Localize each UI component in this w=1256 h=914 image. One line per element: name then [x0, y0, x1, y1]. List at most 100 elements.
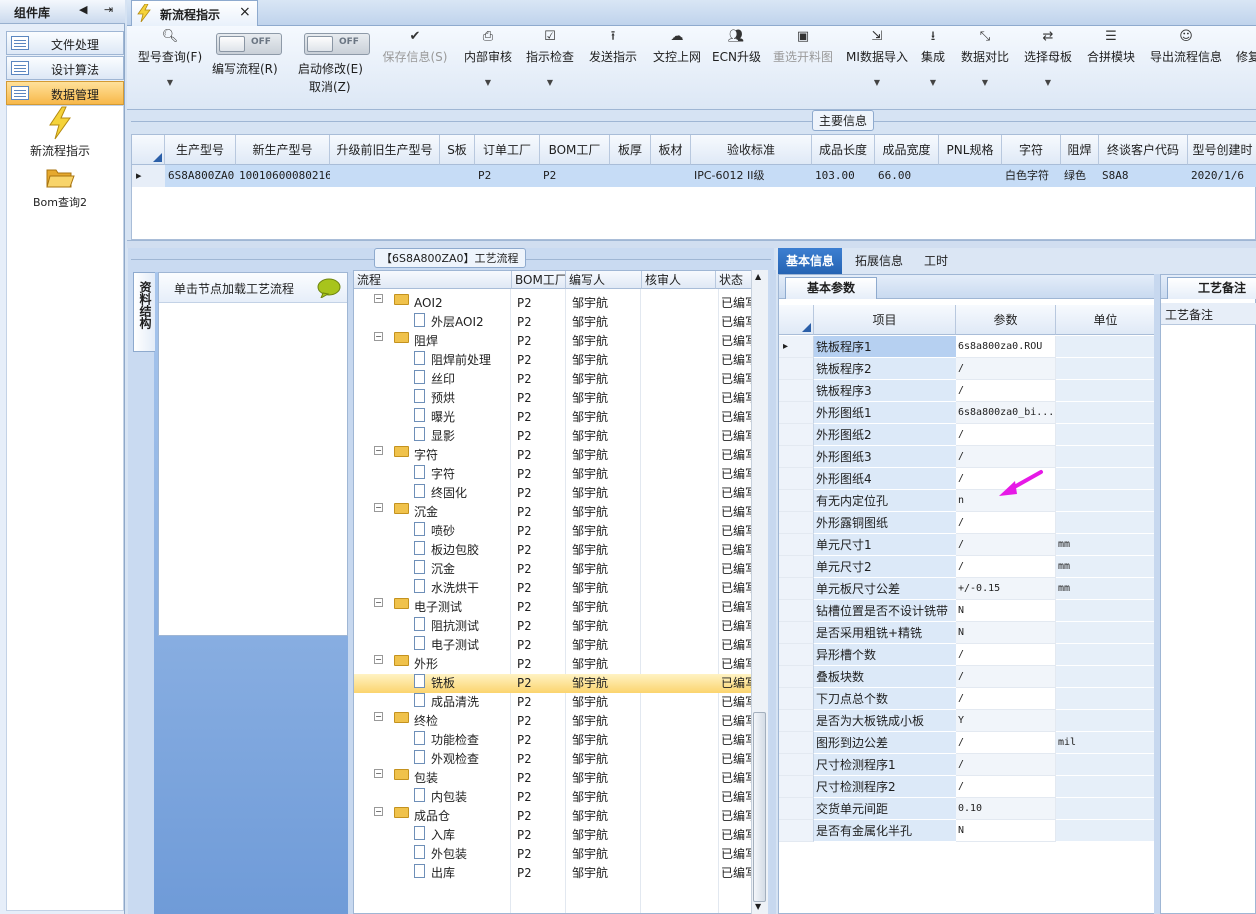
tree-row[interactable]: 水洗烘干 P2 邹宇航 已编写: [354, 579, 757, 598]
grid-cell[interactable]: [939, 165, 1002, 187]
param-value-cell[interactable]: /: [956, 688, 1056, 710]
merge-module-button[interactable]: ☰ 合拼模块: [1085, 26, 1137, 65]
param-row[interactable]: 是否有金属化半孔 N: [779, 820, 1155, 842]
param-row[interactable]: 有无内定位孔 n: [779, 490, 1155, 512]
grid-cell[interactable]: [651, 165, 691, 187]
doc-control-button[interactable]: ☁ 文控上网: [651, 26, 703, 65]
row-indicator[interactable]: [779, 578, 814, 600]
collapse-icon[interactable]: −: [374, 769, 383, 778]
tree-row[interactable]: − 电子测试 P2 邹宇航 已编写: [354, 598, 757, 617]
param-value-cell[interactable]: /: [956, 446, 1056, 468]
row-indicator[interactable]: ▸: [132, 165, 165, 187]
tree-row[interactable]: 丝印 P2 邹宇航 已编写: [354, 370, 757, 389]
collapse-icon[interactable]: −: [374, 655, 383, 664]
tree-row[interactable]: 入库 P2 邹宇航 已编写: [354, 826, 757, 845]
param-row[interactable]: 外形露铜图纸 /: [779, 512, 1155, 534]
row-indicator[interactable]: [779, 644, 814, 666]
param-value-cell[interactable]: Y: [956, 710, 1056, 732]
tree-row[interactable]: 外观检查 P2 邹宇航 已编写: [354, 750, 757, 769]
column-header[interactable]: 成品宽度: [875, 135, 939, 165]
select-mother-board-button[interactable]: ⇄ 选择母板 ▼: [1022, 26, 1074, 87]
chevron-down-icon[interactable]: ▼: [1022, 78, 1074, 87]
side-tab-data-structure[interactable]: 资料结构: [133, 272, 155, 352]
param-value-cell[interactable]: /: [956, 776, 1056, 798]
tree-row[interactable]: 终固化 P2 邹宇航 已编写: [354, 484, 757, 503]
param-value-cell[interactable]: /: [956, 424, 1056, 446]
param-row[interactable]: 铣板程序2/: [779, 358, 1155, 380]
grid-cell[interactable]: [610, 165, 651, 187]
row-indicator[interactable]: [779, 490, 814, 512]
row-indicator[interactable]: [779, 600, 814, 622]
grid-cell[interactable]: 10010600080216: [236, 165, 330, 187]
column-header[interactable]: S板: [440, 135, 475, 165]
close-tab-icon[interactable]: ×: [239, 4, 251, 20]
param-row[interactable]: 下刀点总个数 /: [779, 688, 1155, 710]
row-indicator[interactable]: [779, 358, 814, 380]
horizontal-splitter[interactable]: [127, 240, 1256, 248]
data-compare-button[interactable]: ⤡ 数据对比 ▼: [959, 26, 1011, 87]
param-value-cell[interactable]: /: [956, 556, 1056, 578]
instruction-check-button[interactable]: ☑ 指示检查 ▼: [524, 26, 576, 87]
vertical-splitter[interactable]: [770, 270, 776, 914]
row-indicator[interactable]: [779, 380, 814, 402]
param-row[interactable]: 尺寸检测程序1/: [779, 754, 1155, 776]
row-indicator[interactable]: [779, 732, 814, 754]
tree-row[interactable]: 曝光 P2 邹宇航 已编写: [354, 408, 757, 427]
column-header[interactable]: 终谈客户代码: [1099, 135, 1188, 165]
chevron-down-icon[interactable]: ▼: [133, 78, 207, 87]
grid-cell[interactable]: 66.00: [875, 165, 939, 187]
column-header[interactable]: 项目: [814, 305, 956, 335]
tree-row[interactable]: 外层AOI2 P2 邹宇航 已编写: [354, 313, 757, 332]
param-value-cell[interactable]: 6s8a800za0.ROU: [956, 336, 1056, 358]
param-row[interactable]: 是否为大板铣成小板 Y: [779, 710, 1155, 732]
param-value-cell[interactable]: /: [956, 644, 1056, 666]
param-row[interactable]: 外形图纸2/: [779, 424, 1155, 446]
send-instruction-button[interactable]: ⭱ 发送指示: [587, 26, 639, 65]
column-header[interactable]: 阻焊: [1061, 135, 1099, 165]
category-design-algorithm[interactable]: 设计算法: [6, 56, 124, 80]
tree-row[interactable]: − AOI2 P2 邹宇航 已编写: [354, 294, 757, 313]
tab-basic-info[interactable]: 基本信息: [778, 248, 843, 274]
chevron-down-icon[interactable]: ▼: [918, 78, 948, 87]
row-indicator[interactable]: [779, 534, 814, 556]
grid-cell[interactable]: 绿色: [1061, 165, 1099, 187]
save-info-button[interactable]: ✔ 保存信息(S): [380, 26, 450, 65]
tab-work-hours[interactable]: 工时: [916, 248, 956, 274]
speech-bubble-icon[interactable]: [317, 278, 341, 298]
row-indicator[interactable]: [779, 424, 814, 446]
integrate-button[interactable]: ⭳ 集成 ▼: [918, 26, 948, 87]
param-value-cell[interactable]: /: [956, 732, 1056, 754]
lib-item-new-flow[interactable]: 新流程指示: [1, 106, 119, 159]
chevron-down-icon[interactable]: ▼: [959, 78, 1011, 87]
grid-cell[interactable]: 白色字符: [1002, 165, 1061, 187]
param-row[interactable]: 铣板程序3/: [779, 380, 1155, 402]
param-value-cell[interactable]: N: [956, 622, 1056, 644]
basic-params-tab[interactable]: 基本参数: [785, 277, 877, 299]
row-indicator[interactable]: [779, 468, 814, 490]
grid-cell[interactable]: 103.00: [812, 165, 875, 187]
tree-row[interactable]: 显影 P2 邹宇航 已编写: [354, 427, 757, 446]
column-header[interactable]: 验收标准: [691, 135, 812, 165]
column-header[interactable]: 字符: [1002, 135, 1061, 165]
param-row[interactable]: 叠板块数 /: [779, 666, 1155, 688]
column-header[interactable]: PNL规格: [939, 135, 1002, 165]
tab-new-flow[interactable]: 新流程指示 ×: [131, 0, 258, 26]
param-row[interactable]: 单元尺寸1/mm: [779, 534, 1155, 556]
param-row[interactable]: 是否采用粗铣+精铣 N: [779, 622, 1155, 644]
modify-toggle[interactable]: OFF: [304, 33, 370, 55]
pin-panel-icon[interactable]: ⇥: [104, 3, 113, 16]
param-value-cell[interactable]: N: [956, 820, 1056, 842]
tree-row[interactable]: 功能检查 P2 邹宇航 已编写: [354, 731, 757, 750]
collapse-icon[interactable]: −: [374, 807, 383, 816]
scroll-down-icon[interactable]: ▼: [755, 902, 761, 911]
tree-row[interactable]: 出库 P2 邹宇航 已编写: [354, 864, 757, 883]
param-value-cell[interactable]: /: [956, 534, 1056, 556]
param-value-cell[interactable]: /: [956, 380, 1056, 402]
collapse-icon[interactable]: −: [374, 294, 383, 303]
tree-row[interactable]: 阻焊前处理 P2 邹宇航 已编写: [354, 351, 757, 370]
grid-cell[interactable]: [440, 165, 475, 187]
row-indicator[interactable]: [779, 754, 814, 776]
chevron-down-icon[interactable]: ▼: [844, 78, 910, 87]
tree-row[interactable]: 字符 P2 邹宇航 已编写: [354, 465, 757, 484]
tree-row[interactable]: 成品清洗 P2 邹宇航 已编写: [354, 693, 757, 712]
